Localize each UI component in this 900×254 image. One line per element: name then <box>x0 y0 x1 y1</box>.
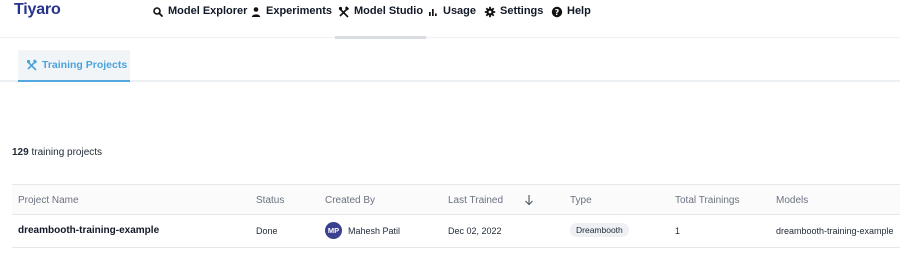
top-navigation-bar: Tiyaro Model Explorer Experiments Model … <box>0 0 900 39</box>
tab-label: Training Projects <box>42 59 128 71</box>
last-trained-cell: Dec 02, 2022 <box>448 226 502 236</box>
table-row[interactable]: dreambooth-training-example Done MP Mahe… <box>12 215 900 248</box>
sub-tab-bar: Training Projects <box>0 38 900 82</box>
tiyaro-logo[interactable]: Tiyaro <box>14 1 61 19</box>
svg-text:?: ? <box>555 8 560 17</box>
nav-help[interactable]: ? Help <box>551 0 591 38</box>
model-link[interactable]: dreambooth-training-example <box>776 226 894 236</box>
training-projects-table: Project Name Status Created By Last Trai… <box>12 184 900 248</box>
tools-icon <box>338 6 350 18</box>
table-header: Project Name Status Created By Last Trai… <box>12 184 900 215</box>
column-header-models[interactable]: Models <box>776 195 808 206</box>
user-icon <box>251 7 261 17</box>
nav-usage[interactable]: Usage <box>427 0 476 38</box>
help-icon: ? <box>551 6 563 18</box>
search-icon <box>153 7 163 17</box>
total-trainings-cell: 1 <box>675 226 681 236</box>
column-header-project-name[interactable]: Project Name <box>18 195 79 206</box>
column-header-status[interactable]: Status <box>256 195 284 206</box>
type-badge-label: Dreambooth <box>576 225 623 235</box>
column-header-total-trainings[interactable]: Total Trainings <box>675 195 739 206</box>
avatar-initials: MP <box>327 226 340 235</box>
creator-name: Mahesh Patil <box>348 226 401 236</box>
column-header-last-trained[interactable]: Last Trained <box>448 195 503 206</box>
nav-label: Experiments <box>266 5 333 17</box>
tools-icon <box>26 59 38 71</box>
sort-descending-icon[interactable] <box>524 194 534 206</box>
column-header-type[interactable]: Type <box>570 195 592 206</box>
project-count-number: 129 <box>12 147 29 158</box>
nav-settings[interactable]: Settings <box>484 0 543 38</box>
nav-label: Model Explorer <box>168 5 248 17</box>
nav-experiments[interactable]: Experiments <box>250 0 332 38</box>
nav-label: Model Studio <box>354 5 424 17</box>
project-count: 129 training projects <box>12 147 102 158</box>
nav-label: Settings <box>500 5 544 17</box>
project-count-label: training projects <box>31 147 103 158</box>
avatar: MP <box>325 222 342 239</box>
status-cell: Done <box>256 226 278 236</box>
nav-model-studio[interactable]: Model Studio <box>334 0 427 39</box>
gear-icon <box>484 6 496 18</box>
nav-label: Help <box>567 5 591 17</box>
bar-chart-icon <box>429 9 437 16</box>
nav-model-explorer[interactable]: Model Explorer <box>152 0 247 38</box>
column-header-created-by[interactable]: Created By <box>325 195 375 206</box>
project-name-link[interactable]: dreambooth-training-example <box>18 225 159 236</box>
nav-label: Usage <box>443 5 477 17</box>
type-badge: Dreambooth <box>570 223 629 237</box>
tab-training-projects[interactable]: Training Projects <box>18 50 130 82</box>
